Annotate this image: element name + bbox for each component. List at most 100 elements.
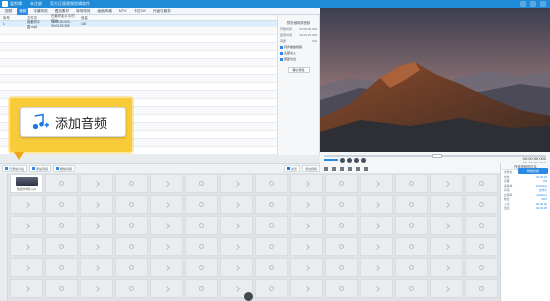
- empty-clip-slot[interactable]: [325, 279, 358, 298]
- empty-clip-slot[interactable]: [430, 195, 463, 214]
- empty-clip-slot[interactable]: [255, 258, 288, 277]
- crop-icon[interactable]: [364, 167, 368, 171]
- empty-clip-slot[interactable]: [395, 195, 428, 214]
- empty-clip-slot[interactable]: [465, 237, 498, 256]
- fade-out-checkbox[interactable]: 尾部淡出: [280, 57, 317, 61]
- empty-clip-slot[interactable]: [465, 174, 498, 193]
- empty-clip-slot[interactable]: [465, 279, 498, 298]
- export-video-button[interactable]: 导出视频: [301, 165, 320, 172]
- empty-clip-slot[interactable]: [185, 279, 218, 298]
- empty-clip-slot[interactable]: [45, 216, 78, 235]
- mask-button[interactable]: 遮罩: [283, 165, 300, 172]
- undo-icon[interactable]: [348, 167, 352, 171]
- redo-icon[interactable]: [356, 167, 360, 171]
- empty-clip-slot[interactable]: [115, 237, 148, 256]
- empty-clip-slot[interactable]: [325, 237, 358, 256]
- empty-clip-slot[interactable]: [45, 237, 78, 256]
- empty-clip-slot[interactable]: [255, 174, 288, 193]
- empty-clip-slot[interactable]: [115, 174, 148, 193]
- empty-clip-slot[interactable]: [220, 195, 253, 214]
- empty-clip-slot[interactable]: [10, 195, 43, 214]
- empty-clip-slot[interactable]: [255, 195, 288, 214]
- empty-clip-slot[interactable]: [430, 237, 463, 256]
- empty-clip-slot[interactable]: [45, 195, 78, 214]
- empty-clip-slot[interactable]: [465, 258, 498, 277]
- empty-clip-slot[interactable]: [325, 258, 358, 277]
- volume-row[interactable]: 音量 100: [280, 39, 317, 43]
- empty-clip-slot[interactable]: [115, 258, 148, 277]
- empty-clip-slot[interactable]: [360, 237, 393, 256]
- progress-knob[interactable]: [432, 154, 442, 158]
- empty-clip-slot[interactable]: [255, 237, 288, 256]
- empty-clip-slot[interactable]: [395, 174, 428, 193]
- empty-clip-slot[interactable]: [360, 216, 393, 235]
- end-time-row[interactable]: 结束时间 00:03:25.369: [280, 33, 317, 37]
- empty-clip-slot[interactable]: [395, 216, 428, 235]
- clip-thumbnail[interactable]: 我爱你中国.mp3: [10, 174, 43, 193]
- empty-clip-slot[interactable]: [45, 174, 78, 193]
- empty-clip-slot[interactable]: [150, 279, 183, 298]
- empty-clip-slot[interactable]: [80, 195, 113, 214]
- empty-clip-slot[interactable]: [10, 216, 43, 235]
- empty-clip-slot[interactable]: [185, 237, 218, 256]
- empty-clip-slot[interactable]: [80, 237, 113, 256]
- empty-clip-slot[interactable]: [80, 174, 113, 193]
- empty-clip-slot[interactable]: [430, 216, 463, 235]
- empty-clip-slot[interactable]: [325, 216, 358, 235]
- empty-clip-slot[interactable]: [290, 258, 323, 277]
- empty-clip-slot[interactable]: [465, 195, 498, 214]
- empty-clip-slot[interactable]: [430, 279, 463, 298]
- empty-clip-slot[interactable]: [150, 258, 183, 277]
- menu-subtitle[interactable]: 字幕特效: [31, 8, 49, 15]
- toolbar-add-audio-button[interactable]: 添加音频: [29, 165, 52, 172]
- empty-clip-slot[interactable]: [150, 216, 183, 235]
- sync-play-checkbox[interactable]: 同步播放视频: [280, 45, 317, 49]
- close-button[interactable]: [540, 1, 546, 7]
- menu-style[interactable]: 画面风格: [96, 8, 114, 15]
- empty-clip-slot[interactable]: [430, 258, 463, 277]
- empty-clip-slot[interactable]: [185, 258, 218, 277]
- maximize-button[interactable]: [530, 1, 536, 7]
- empty-clip-slot[interactable]: [360, 174, 393, 193]
- empty-clip-slot[interactable]: [395, 237, 428, 256]
- empty-clip-slot[interactable]: [150, 174, 183, 193]
- empty-clip-slot[interactable]: [395, 279, 428, 298]
- effect-compose-button[interactable]: 特效合成: [518, 168, 548, 174]
- empty-clip-slot[interactable]: [290, 279, 323, 298]
- scroll-down-button[interactable]: [244, 292, 253, 301]
- empty-clip-slot[interactable]: [45, 279, 78, 298]
- empty-clip-slot[interactable]: [10, 279, 43, 298]
- empty-clip-slot[interactable]: [325, 195, 358, 214]
- empty-clip-slot[interactable]: [220, 174, 253, 193]
- menu-audio[interactable]: 音频: [17, 7, 29, 15]
- empty-clip-slot[interactable]: [360, 279, 393, 298]
- empty-clip-slot[interactable]: [185, 195, 218, 214]
- empty-clip-slot[interactable]: [290, 195, 323, 214]
- fullscreen-icon[interactable]: [332, 167, 336, 171]
- empty-clip-slot[interactable]: [325, 174, 358, 193]
- empty-clip-slot[interactable]: [395, 258, 428, 277]
- menu-mtv[interactable]: MTV: [117, 8, 129, 14]
- empty-clip-slot[interactable]: [80, 279, 113, 298]
- empty-clip-slot[interactable]: [255, 216, 288, 235]
- empty-clip-slot[interactable]: [360, 195, 393, 214]
- start-time-row[interactable]: 开始时间 00:00:00.000: [280, 27, 317, 31]
- empty-clip-slot[interactable]: [185, 216, 218, 235]
- progress-bar[interactable]: [324, 154, 546, 158]
- next-icon[interactable]: [361, 158, 366, 163]
- empty-clip-slot[interactable]: [10, 237, 43, 256]
- empty-clip-slot[interactable]: [220, 237, 253, 256]
- toolbar-delete-audio-button[interactable]: 删除音频: [53, 165, 76, 172]
- empty-clip-slot[interactable]: [430, 174, 463, 193]
- empty-clip-slot[interactable]: [150, 195, 183, 214]
- empty-clip-slot[interactable]: [290, 174, 323, 193]
- empty-clip-slot[interactable]: [255, 279, 288, 298]
- confirm-modify-button[interactable]: 确认修改: [287, 67, 310, 73]
- empty-clip-slot[interactable]: [115, 216, 148, 235]
- empty-clip-slot[interactable]: [290, 237, 323, 256]
- prev-icon[interactable]: [340, 158, 345, 163]
- empty-clip-slot[interactable]: [80, 258, 113, 277]
- empty-clip-slot[interactable]: [465, 216, 498, 235]
- play-icon[interactable]: [347, 158, 352, 163]
- menu-karaoke[interactable]: 卡拉OK: [131, 8, 147, 15]
